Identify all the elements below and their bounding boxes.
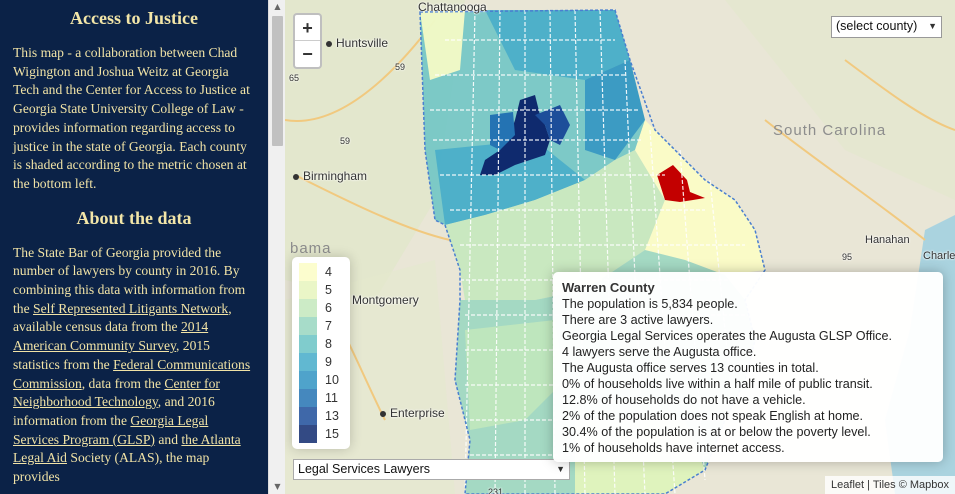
legend-swatch <box>299 407 317 425</box>
place-huntsville: Huntsville <box>326 36 388 50</box>
legend-swatch <box>299 281 317 299</box>
legend-label: 13 <box>325 409 339 423</box>
legend-label: 4 <box>325 265 332 279</box>
legend-label: 11 <box>325 391 338 405</box>
metric-select[interactable]: Legal Services Lawyers ▼ <box>293 459 570 480</box>
city-dot-icon <box>326 40 332 47</box>
zoom-out-button[interactable]: − <box>295 41 320 67</box>
route-shield-59: 59 <box>395 62 406 72</box>
county-info-line: 2% of the population does not speak Engl… <box>562 409 864 423</box>
scroll-down-icon[interactable]: ▼ <box>269 480 286 494</box>
legend-swatch <box>299 299 317 317</box>
map[interactable]: Chattanooga Huntsville Birmingham Montgo… <box>285 0 955 494</box>
legend-swatch <box>299 335 317 353</box>
chevron-down-icon: ▼ <box>928 21 937 31</box>
legend-row: 8 <box>299 335 350 353</box>
legend-row: 5 <box>299 281 350 299</box>
about-text-6: and <box>154 431 182 447</box>
place-montgomery-label: Montgomery <box>352 293 419 307</box>
route-shield-59b: 59 <box>340 136 351 146</box>
legend-row: 6 <box>299 299 350 317</box>
metric-select-value: Legal Services Lawyers <box>298 462 431 476</box>
chevron-down-icon: ▼ <box>556 464 565 474</box>
county-info-title: Warren County <box>562 280 655 295</box>
about-text-4: , data from the <box>81 375 165 391</box>
about-title: About the data <box>76 207 192 228</box>
place-enterprise: Enterprise <box>380 406 445 420</box>
legend-row: 15 <box>299 425 350 443</box>
zoom-control: + − <box>293 13 322 69</box>
route-shield-65: 65 <box>289 73 300 83</box>
city-dot-icon <box>293 173 299 180</box>
legend-label: 8 <box>325 337 332 351</box>
county-info-line: 12.8% of households do not have a vehicl… <box>562 393 806 407</box>
county-info-line: There are 3 active lawyers. <box>562 313 714 327</box>
place-birmingham: Birmingham <box>293 169 367 183</box>
place-chattanooga: Chattanooga <box>418 0 487 14</box>
route-shield-95: 95 <box>842 252 853 262</box>
place-hanahan: Hanahan <box>865 234 910 246</box>
scroll-thumb[interactable] <box>272 16 283 146</box>
legend-label: 9 <box>325 355 332 369</box>
county-info-line: 1% of households have internet access. <box>562 441 785 455</box>
legend-swatch <box>299 389 317 407</box>
route-shield-231: 231 <box>488 487 504 494</box>
place-charleston: Charleston <box>923 250 955 262</box>
state-label-south-carolina: South Carolina <box>773 122 887 139</box>
county-info-line: Georgia Legal Services operates the Augu… <box>562 329 892 343</box>
place-enterprise-label: Enterprise <box>390 406 445 420</box>
legend-label: 7 <box>325 319 332 333</box>
place-huntsville-label: Huntsville <box>336 36 389 50</box>
scroll-up-icon[interactable]: ▲ <box>269 0 286 14</box>
legend-swatch <box>299 263 317 281</box>
map-attribution[interactable]: Leaflet | Tiles © Mapbox <box>825 476 955 494</box>
legend-row: 4 <box>299 263 350 281</box>
county-select[interactable]: (select county) ▼ <box>831 16 942 38</box>
legend-row: 11 <box>299 389 350 407</box>
legend-swatch <box>299 425 317 443</box>
link-srln[interactable]: Self Represented Litigants Network <box>33 301 228 316</box>
place-birmingham-label: Birmingham <box>303 169 368 183</box>
legend-swatch <box>299 371 317 389</box>
county-info-lines: The population is 5,834 people. There are… <box>562 296 934 456</box>
legend-row: 13 <box>299 407 350 425</box>
city-dot-icon <box>380 410 386 417</box>
zoom-in-button[interactable]: + <box>295 15 320 41</box>
legend: 4 5 6 7 8 9 10 11 13 15 <box>292 257 350 449</box>
county-info-line: The Augusta office serves 13 counties in… <box>562 361 819 375</box>
county-info-line: 0% of households live within a half mile… <box>562 377 873 391</box>
place-montgomery: Montgomery <box>342 293 419 307</box>
legend-swatch <box>299 353 317 371</box>
county-info-line: The population is 5,834 people. <box>562 297 738 311</box>
legend-row: 10 <box>299 371 350 389</box>
legend-row: 7 <box>299 317 350 335</box>
legend-label: 5 <box>325 283 332 297</box>
county-info-line: 30.4% of the population is at or below t… <box>562 425 871 439</box>
legend-label: 10 <box>325 373 339 387</box>
sidebar: Access to Justice This map - a collabora… <box>0 0 268 494</box>
county-info-line: 4 lawyers serve the Augusta office. <box>562 345 757 359</box>
intro-text: This map - a collaboration between Chad … <box>13 45 250 191</box>
legend-label: 15 <box>325 427 339 441</box>
county-select-value: (select county) <box>836 19 918 33</box>
state-label-alabama: bama <box>290 240 332 257</box>
legend-label: 6 <box>325 301 332 315</box>
sidebar-title: Access to Justice <box>70 8 198 28</box>
county-info-box: Warren County The population is 5,834 pe… <box>553 272 943 462</box>
sidebar-scrollbar[interactable]: ▲ ▼ <box>268 0 285 494</box>
legend-row: 9 <box>299 353 350 371</box>
legend-swatch <box>299 317 317 335</box>
about-text: The State Bar of Georgia provided the nu… <box>13 244 255 487</box>
